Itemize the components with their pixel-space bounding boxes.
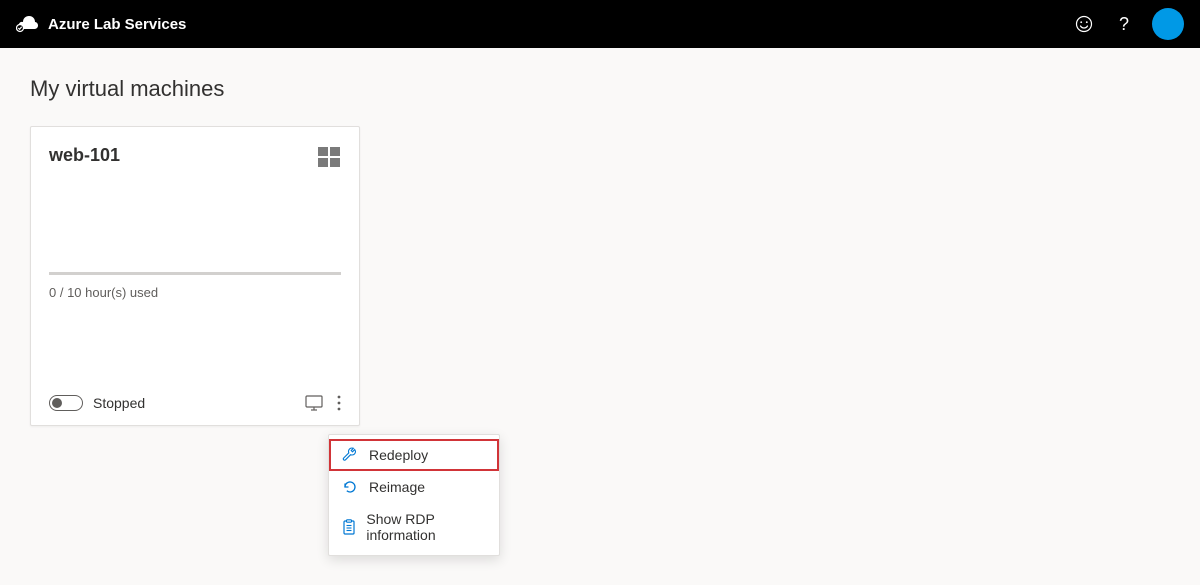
- clipboard-icon: [341, 519, 356, 535]
- page-content: My virtual machines web-101 0 / 10 hour(…: [0, 48, 1200, 454]
- azure-lab-icon: [16, 15, 38, 33]
- menu-label: Reimage: [369, 479, 425, 495]
- menu-label: Redeploy: [369, 447, 428, 463]
- vm-actions-menu: Redeploy Reimage Show RDP information: [328, 434, 500, 556]
- menu-label: Show RDP information: [366, 511, 487, 543]
- smiley-icon: [1075, 15, 1093, 33]
- usage-text: 0 / 10 hour(s) used: [49, 285, 341, 300]
- help-icon: ?: [1119, 14, 1129, 35]
- usage-progress-bar: [49, 272, 341, 275]
- power-toggle[interactable]: [49, 395, 83, 411]
- help-button[interactable]: ?: [1104, 0, 1144, 48]
- dots-vertical-icon: [337, 395, 341, 411]
- monitor-icon: [305, 395, 323, 411]
- top-bar: Azure Lab Services ?: [0, 0, 1200, 48]
- refresh-icon: [341, 479, 359, 495]
- page-title: My virtual machines: [30, 76, 1170, 102]
- product-brand[interactable]: Azure Lab Services: [16, 15, 186, 33]
- connect-button[interactable]: [305, 395, 323, 411]
- user-avatar[interactable]: [1152, 8, 1184, 40]
- vm-status: Stopped: [93, 395, 295, 411]
- product-name: Azure Lab Services: [48, 16, 186, 33]
- menu-item-reimage[interactable]: Reimage: [329, 471, 499, 503]
- feedback-button[interactable]: [1064, 0, 1104, 48]
- more-actions-button[interactable]: [337, 395, 341, 411]
- wrench-icon: [341, 447, 359, 463]
- windows-icon: [317, 145, 341, 174]
- vm-name: web-101: [49, 145, 120, 166]
- menu-item-show-rdp[interactable]: Show RDP information: [329, 503, 499, 551]
- vm-card: web-101 0 / 10 hour(s) used Stopped: [30, 126, 360, 426]
- menu-item-redeploy[interactable]: Redeploy: [329, 439, 499, 471]
